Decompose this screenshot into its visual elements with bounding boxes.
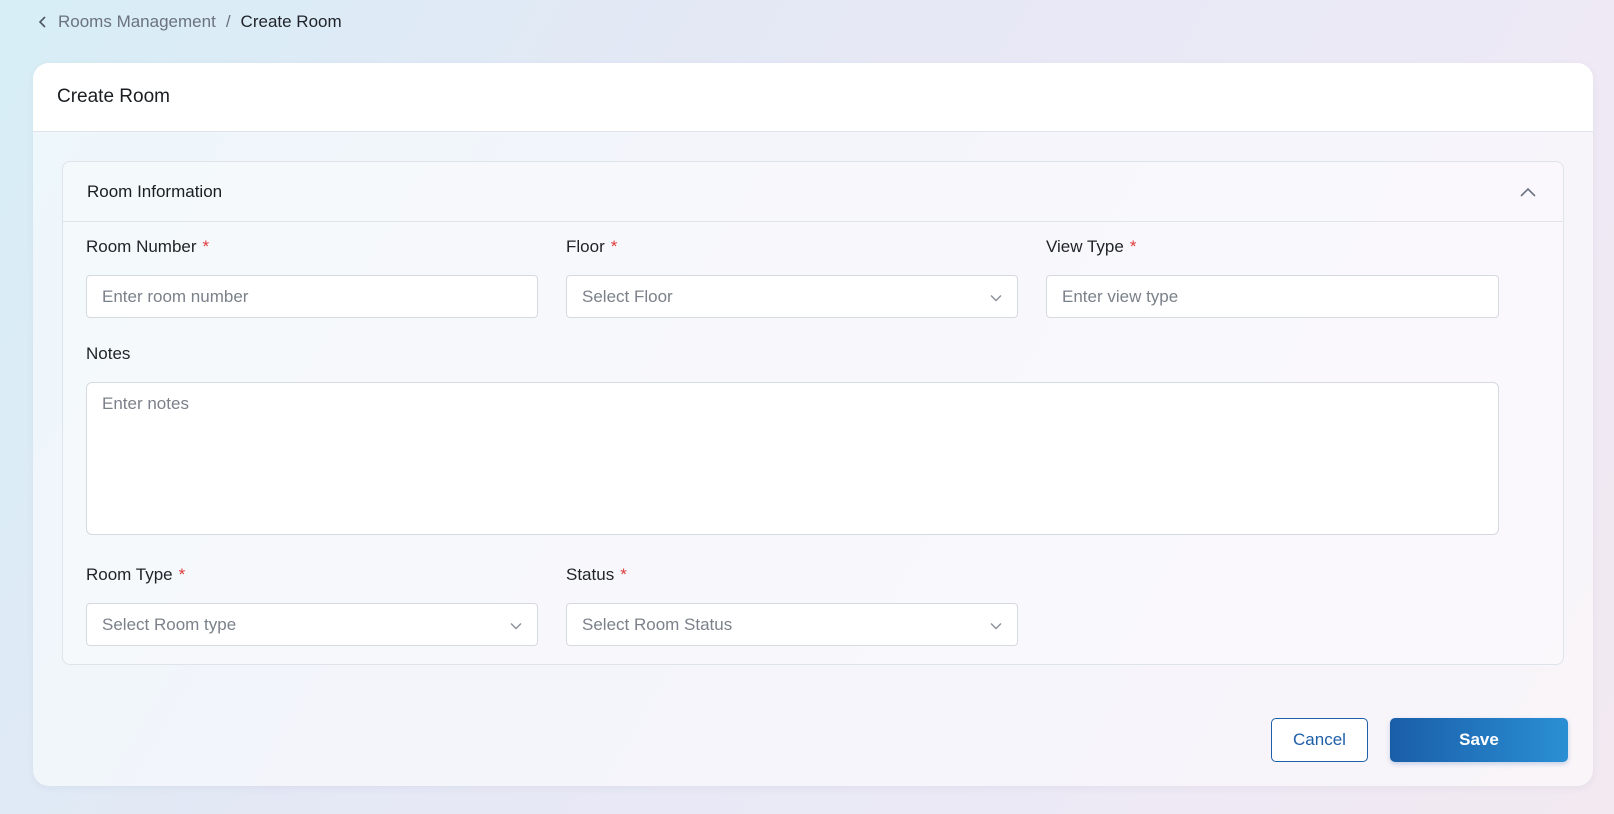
room-type-select[interactable]: Select Room type [86,603,538,646]
required-mark: * [178,565,186,584]
breadcrumb: Rooms Management / Create Room [36,11,342,33]
status-select[interactable]: Select Room Status [566,603,1018,646]
status-label: Status [566,565,615,584]
required-mark: * [610,237,618,256]
room-number-field: Room Number * [86,236,538,318]
room-type-field: Room Type * Select Room type [86,564,538,646]
required-mark: * [1129,237,1137,256]
breadcrumb-link-rooms-management[interactable]: Rooms Management [58,12,216,32]
floor-label: Floor [566,237,605,256]
page-title: Create Room [57,86,170,107]
chevron-up-icon[interactable] [1517,181,1539,203]
breadcrumb-separator: / [225,12,231,31]
save-button[interactable]: Save [1390,718,1568,762]
floor-select[interactable]: Select Floor [566,275,1018,318]
room-type-label: Room Type [86,565,173,584]
room-type-select-placeholder: Select Room type [102,614,237,634]
view-type-label: View Type [1046,237,1124,256]
room-number-input[interactable] [86,275,538,318]
room-number-label: Room Number [86,237,197,256]
section-title: Room Information [87,181,223,201]
required-mark: * [202,237,210,256]
status-select-placeholder: Select Room Status [582,614,733,634]
view-type-field: View Type * [1046,236,1499,318]
room-information-section: Room Information Room Number * Floor * S… [62,161,1564,665]
notes-label: Notes [86,344,131,363]
floor-field: Floor * Select Floor [566,236,1018,318]
breadcrumb-current: Create Room [240,12,342,31]
notes-field: Notes [86,343,1499,535]
chevron-down-icon [990,615,1002,635]
floor-select-placeholder: Select Floor [582,286,673,306]
cancel-button[interactable]: Cancel [1271,718,1368,762]
create-room-card: Create Room Room Information Room Number… [33,63,1593,786]
required-mark: * [620,565,627,584]
chevron-left-icon[interactable] [36,15,50,29]
notes-textarea[interactable] [86,382,1499,535]
chevron-down-icon [510,615,522,635]
card-header: Create Room [33,63,1593,132]
status-field: Status * Select Room Status [566,564,1018,646]
view-type-input[interactable] [1046,275,1499,318]
section-header: Room Information [63,162,1563,222]
chevron-down-icon [990,287,1002,307]
